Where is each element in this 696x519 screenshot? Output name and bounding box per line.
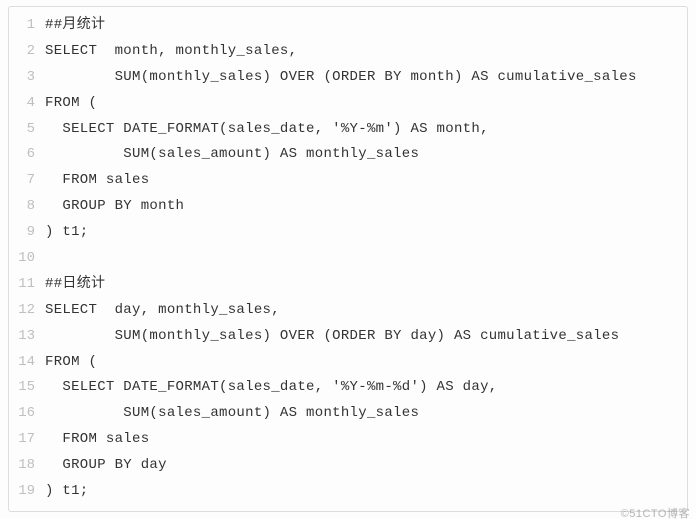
code-line: 7 FROM sales (9, 168, 687, 194)
code-line: 9 ) t1; (9, 220, 687, 246)
code-text: ) t1; (45, 220, 89, 246)
code-text: SELECT DATE_FORMAT(sales_date, '%Y-%m-%d… (45, 375, 497, 401)
code-line: 3 SUM(monthly_sales) OVER (ORDER BY mont… (9, 65, 687, 91)
code-line: 16 SUM(sales_amount) AS monthly_sales (9, 401, 687, 427)
code-line: 18 GROUP BY day (9, 453, 687, 479)
line-number: 17 (9, 427, 45, 453)
code-line: 14 FROM ( (9, 350, 687, 376)
code-text: FROM ( (45, 350, 97, 376)
code-line: 1 ##月统计 (9, 13, 687, 39)
line-number: 11 (9, 272, 45, 298)
line-number: 12 (9, 298, 45, 324)
line-number: 15 (9, 375, 45, 401)
line-number: 3 (9, 65, 45, 91)
code-line: 15 SELECT DATE_FORMAT(sales_date, '%Y-%m… (9, 375, 687, 401)
code-text: GROUP BY month (45, 194, 184, 220)
code-text: FROM sales (45, 427, 149, 453)
code-line: 8 GROUP BY month (9, 194, 687, 220)
code-text: GROUP BY day (45, 453, 167, 479)
code-text: SELECT month, monthly_sales, (45, 39, 297, 65)
code-line: 17 FROM sales (9, 427, 687, 453)
code-text: SUM(sales_amount) AS monthly_sales (45, 142, 419, 168)
code-text: SUM(monthly_sales) OVER (ORDER BY month)… (45, 65, 637, 91)
code-line: 6 SUM(sales_amount) AS monthly_sales (9, 142, 687, 168)
code-line: 19 ) t1; (9, 479, 687, 505)
code-text: ##日统计 (45, 272, 105, 298)
code-line: 12 SELECT day, monthly_sales, (9, 298, 687, 324)
line-number: 2 (9, 39, 45, 65)
code-line: 4 FROM ( (9, 91, 687, 117)
code-line: 11 ##日统计 (9, 272, 687, 298)
code-text: ##月统计 (45, 13, 105, 39)
line-number: 19 (9, 479, 45, 505)
line-number: 14 (9, 350, 45, 376)
line-number: 4 (9, 91, 45, 117)
code-block: 1 ##月统计 2 SELECT month, monthly_sales, 3… (8, 6, 688, 512)
line-number: 7 (9, 168, 45, 194)
code-text: SELECT DATE_FORMAT(sales_date, '%Y-%m') … (45, 117, 489, 143)
line-number: 18 (9, 453, 45, 479)
line-number: 6 (9, 142, 45, 168)
line-number: 1 (9, 13, 45, 39)
line-number: 10 (9, 246, 45, 272)
line-number: 16 (9, 401, 45, 427)
code-text: FROM ( (45, 91, 97, 117)
line-number: 8 (9, 194, 45, 220)
line-number: 13 (9, 324, 45, 350)
code-line: 5 SELECT DATE_FORMAT(sales_date, '%Y-%m'… (9, 117, 687, 143)
code-text: FROM sales (45, 168, 149, 194)
watermark-text: ©51CTO博客 (621, 505, 690, 519)
code-text: SUM(monthly_sales) OVER (ORDER BY day) A… (45, 324, 619, 350)
code-text: SELECT day, monthly_sales, (45, 298, 280, 324)
code-text: ) t1; (45, 479, 89, 505)
code-text: SUM(sales_amount) AS monthly_sales (45, 401, 419, 427)
code-line: 2 SELECT month, monthly_sales, (9, 39, 687, 65)
line-number: 5 (9, 117, 45, 143)
code-line: 13 SUM(monthly_sales) OVER (ORDER BY day… (9, 324, 687, 350)
code-line: 10 (9, 246, 687, 272)
line-number: 9 (9, 220, 45, 246)
